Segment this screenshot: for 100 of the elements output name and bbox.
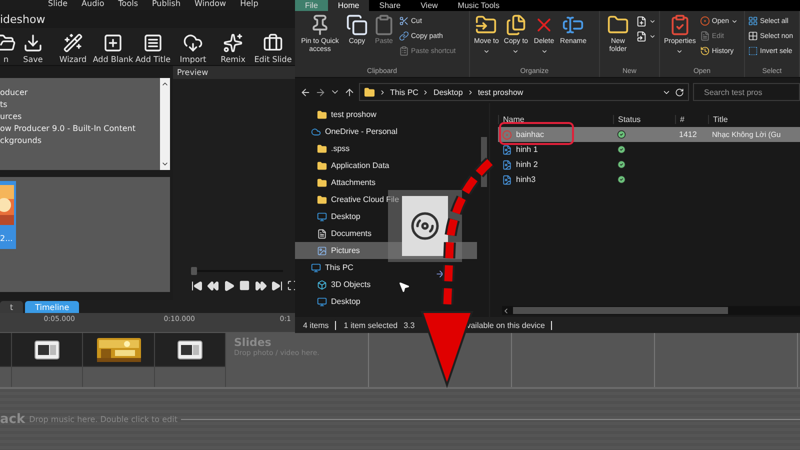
- nav-item[interactable]: Application Data: [295, 157, 477, 174]
- files-icon: [504, 14, 527, 36]
- toolbar-button[interactable]: Add Blank: [94, 30, 132, 64]
- menu-item[interactable]: Help: [240, 0, 258, 8]
- cube-icon: [317, 280, 327, 290]
- cloud-icon: [183, 32, 203, 52]
- refresh-icon[interactable]: [675, 88, 684, 96]
- file-row[interactable]: hinh 1: [498, 142, 800, 157]
- ribbon-tab[interactable]: Music Tools: [448, 0, 510, 11]
- ribbon-tab[interactable]: Share: [369, 0, 411, 11]
- folder-item[interactable]: urces: [0, 112, 160, 122]
- panel-title: Preview: [177, 68, 208, 77]
- toolbar-button[interactable]: n: [0, 30, 12, 64]
- search-field[interactable]: Search test pros: [693, 83, 800, 101]
- menu-item[interactable]: Tools: [118, 0, 138, 8]
- nav-item[interactable]: Desktop: [295, 293, 477, 310]
- toolbar-button[interactable]: Edit Slide: [254, 30, 292, 64]
- timeline-tab[interactable]: t: [0, 301, 24, 313]
- slide-cell[interactable]: [12, 333, 83, 387]
- skip-back-button[interactable]: [191, 280, 203, 292]
- document-icon: [700, 31, 710, 41]
- column-header[interactable]: Title: [708, 115, 798, 124]
- folder-icon: [0, 32, 16, 52]
- column-header[interactable]: #: [675, 115, 708, 124]
- toolbar-button[interactable]: Import: [174, 30, 212, 64]
- wand-icon: [63, 32, 83, 52]
- thumbnail-label: 2...: [0, 234, 14, 243]
- menu-item[interactable]: Publish: [152, 0, 181, 8]
- cursor-icon: [398, 281, 410, 293]
- forward-button[interactable]: [315, 86, 326, 98]
- scissors-icon: [399, 16, 409, 26]
- nav-item[interactable]: Documents: [295, 225, 477, 242]
- computer-icon: [311, 262, 321, 272]
- nav-item[interactable]: This PC: [295, 259, 477, 276]
- file-row[interactable]: hinh 2: [498, 157, 800, 172]
- fast-forward-button[interactable]: [255, 280, 267, 292]
- slide-cell[interactable]: [155, 333, 226, 387]
- column-header[interactable]: Status: [613, 115, 675, 124]
- chevron-icon: [422, 88, 430, 96]
- horizontal-scrollbar[interactable]: [502, 306, 800, 315]
- monitor-icon: [317, 212, 327, 222]
- folder-item[interactable]: ts: [0, 100, 160, 110]
- music-file-icon: [502, 130, 512, 140]
- breadcrumb[interactable]: Desktop: [433, 88, 463, 96]
- toolbar-button[interactable]: Add Title: [134, 30, 172, 64]
- scroll-up-icon[interactable]: [161, 80, 169, 88]
- breadcrumb[interactable]: test proshow: [478, 88, 524, 96]
- toolbar-button[interactable]: Wizard: [54, 30, 92, 64]
- nav-item[interactable]: 3D Objects: [295, 276, 477, 293]
- caret-icon: [731, 18, 738, 24]
- folder-item[interactable]: oducer: [0, 88, 160, 98]
- menu-item[interactable]: Slide: [48, 0, 68, 8]
- stop-button[interactable]: [239, 280, 251, 292]
- ribbon-button[interactable]: [636, 30, 656, 42]
- scrollbar[interactable]: [160, 78, 170, 170]
- track-number: 1412: [679, 130, 697, 139]
- briefcase-icon: [263, 32, 283, 52]
- back-button[interactable]: [300, 86, 311, 98]
- folder-item[interactable]: ckgrounds: [0, 136, 160, 146]
- seek-handle[interactable]: [191, 267, 197, 275]
- address-bar[interactable]: This PC Desktop test proshow: [359, 83, 689, 101]
- nav-item[interactable]: OneDrive - Personal: [295, 123, 477, 140]
- file-icon: [636, 30, 647, 42]
- breadcrumb[interactable]: This PC: [390, 88, 418, 96]
- nav-item[interactable]: test proshow: [295, 106, 477, 123]
- title-slide-icon: [34, 340, 60, 360]
- slide-cell[interactable]: [0, 333, 12, 387]
- nav-item[interactable]: Desktop: [295, 208, 477, 225]
- slide-cell[interactable]: [83, 333, 155, 387]
- ribbon-tab[interactable]: View: [410, 0, 448, 11]
- toolbar-button[interactable]: Save: [14, 30, 52, 64]
- nav-item[interactable]: Creative Cloud File: [295, 191, 477, 208]
- rewind-button[interactable]: [207, 280, 219, 292]
- soundtrack-hint: Drop music here. Double click to edit: [29, 415, 178, 424]
- file-name: hinh 2: [516, 160, 538, 169]
- window-title: ideshow: [0, 12, 46, 26]
- history-icon: [700, 46, 710, 56]
- toolbar-button[interactable]: Remix: [214, 30, 252, 64]
- folder-icon: [317, 160, 327, 170]
- play-button[interactable]: [223, 280, 235, 292]
- image-file-icon: [502, 144, 512, 154]
- up-button[interactable]: [344, 86, 355, 98]
- menu-item[interactable]: Window: [194, 0, 226, 8]
- document-icon: [317, 228, 327, 238]
- folder-icon: [317, 110, 327, 120]
- menu-item[interactable]: Audio: [82, 0, 104, 8]
- status-text: 4 items: [303, 320, 329, 330]
- nav-item[interactable]: Attachments: [295, 174, 477, 191]
- image-file-icon: [502, 174, 512, 184]
- ribbon-button[interactable]: [636, 15, 656, 27]
- folder-item[interactable]: ow Producer 9.0 - Built-In Content: [0, 124, 160, 134]
- scroll-left-icon[interactable]: [502, 306, 510, 314]
- rename-icon: [562, 14, 584, 36]
- skip-forward-button[interactable]: [271, 280, 283, 292]
- scroll-down-icon[interactable]: [161, 160, 169, 168]
- nav-item[interactable]: .spss: [295, 140, 477, 157]
- file-row[interactable]: hinh3: [498, 172, 800, 187]
- column-header[interactable]: Name: [498, 115, 613, 124]
- ribbon-tab[interactable]: Home: [328, 0, 370, 11]
- search-input[interactable]: Search test pros: [704, 88, 794, 96]
